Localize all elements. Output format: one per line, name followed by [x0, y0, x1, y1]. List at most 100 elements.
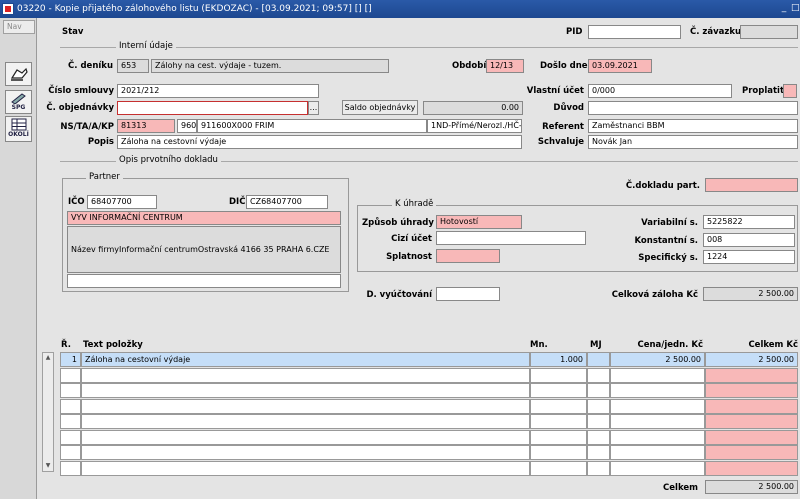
section-interni-title: Interní údaje	[116, 41, 176, 51]
zpusob-uhrady-field[interactable]: Hotovostí	[436, 215, 522, 229]
col-header-r: Ř.	[61, 340, 71, 350]
konstantni-field[interactable]: 008	[703, 233, 795, 247]
scroll-up-icon[interactable]: ▲	[44, 354, 52, 362]
obdobi-field[interactable]: 12/13	[486, 59, 524, 73]
vlastni-ucet-field[interactable]: 0/000	[588, 84, 732, 98]
ta-field[interactable]: 960	[177, 119, 197, 133]
cell-mj[interactable]	[587, 414, 610, 429]
cell-mn[interactable]	[530, 383, 587, 398]
cell-r[interactable]	[60, 383, 81, 398]
items-scrollbar[interactable]: ▲ ▼	[42, 352, 54, 472]
ns-ta-a-kp-label: NS/TA/A/KP	[60, 122, 114, 132]
cell-r[interactable]: 1	[60, 352, 81, 367]
c-deniku-field[interactable]: 653	[117, 59, 149, 73]
cell-cena[interactable]: 2 500.00	[610, 352, 705, 367]
cell-mj[interactable]	[587, 399, 610, 414]
maximize-button[interactable]: □	[791, 1, 800, 15]
partner-title: Partner	[86, 172, 123, 182]
cell-mn[interactable]	[530, 445, 587, 460]
specificky-field[interactable]: 1224	[703, 250, 795, 264]
cell-cena[interactable]	[610, 445, 705, 460]
cell-text[interactable]	[81, 461, 530, 476]
cell-text[interactable]	[81, 368, 530, 383]
col-header-mj: MJ	[590, 340, 602, 350]
cell-mj[interactable]	[587, 368, 610, 383]
partner-name-field[interactable]: VYV INFORMAČNÍ CENTRUM	[67, 211, 341, 225]
cell-celkem[interactable]	[705, 399, 798, 414]
cell-cena[interactable]	[610, 368, 705, 383]
cell-mn[interactable]	[530, 399, 587, 414]
cell-mn[interactable]	[530, 461, 587, 476]
cell-cena[interactable]	[610, 430, 705, 445]
c-objednavky-field[interactable]	[117, 101, 308, 115]
cell-text[interactable]	[81, 414, 530, 429]
c-objednavky-lookup-button[interactable]: ...	[308, 101, 319, 115]
cell-text[interactable]: Záloha na cestovní výdaje	[81, 352, 530, 367]
c-dokladu-field[interactable]	[705, 178, 798, 192]
variabilni-label: Variabilní s.	[641, 218, 698, 228]
cell-text[interactable]	[81, 430, 530, 445]
scroll-down-icon[interactable]: ▼	[44, 462, 52, 470]
pid-field[interactable]	[588, 25, 681, 39]
cell-celkem[interactable]	[705, 445, 798, 460]
a-field[interactable]: 911600X000 FRIM	[197, 119, 427, 133]
cell-cena[interactable]	[610, 414, 705, 429]
cell-mn[interactable]	[530, 414, 587, 429]
splatnost-field[interactable]	[436, 249, 500, 263]
schvaluje-field[interactable]: Novák Jan	[588, 135, 798, 149]
tool-spg-button[interactable]: SPG	[5, 90, 32, 114]
cell-cena[interactable]	[610, 383, 705, 398]
cell-r[interactable]	[60, 461, 81, 476]
stav-label: Stav	[62, 27, 84, 37]
tool-okoli-button[interactable]: OKOLÍ	[5, 116, 32, 142]
dic-field[interactable]: CZ68407700	[246, 195, 328, 209]
cell-celkem[interactable]	[705, 461, 798, 476]
proplatit-field[interactable]	[783, 84, 797, 98]
cell-mj[interactable]	[587, 383, 610, 398]
cell-cena[interactable]	[610, 399, 705, 414]
ns-field[interactable]: 81313	[117, 119, 175, 133]
cell-mn[interactable]: 1.000	[530, 352, 587, 367]
cell-r[interactable]	[60, 399, 81, 414]
cell-celkem[interactable]	[705, 414, 798, 429]
cizi-ucet-field[interactable]	[436, 231, 586, 245]
cell-text[interactable]	[81, 383, 530, 398]
section-opis-title: Opis prvotního dokladu	[116, 155, 221, 165]
cell-celkem[interactable]	[705, 383, 798, 398]
cell-mn[interactable]	[530, 430, 587, 445]
cell-mj[interactable]	[587, 352, 610, 367]
minimize-button[interactable]: _	[780, 1, 788, 15]
cell-text[interactable]	[81, 399, 530, 414]
cell-text[interactable]	[81, 445, 530, 460]
total-field: 2 500.00	[705, 480, 798, 494]
partner-address-field: Název firmyInformační centrumOstravská 4…	[67, 226, 341, 273]
cell-r[interactable]	[60, 430, 81, 445]
nav-button[interactable]: Nav	[3, 20, 35, 34]
duvod-field[interactable]	[588, 101, 798, 115]
cislo-smlouvy-field[interactable]: 2021/212	[117, 84, 319, 98]
cell-cena[interactable]	[610, 461, 705, 476]
cell-r[interactable]	[60, 445, 81, 460]
ico-field[interactable]: 68407700	[87, 195, 157, 209]
cell-mn[interactable]	[530, 368, 587, 383]
cell-celkem[interactable]: 2 500.00	[705, 352, 798, 367]
d-vyuctovani-field[interactable]	[436, 287, 500, 301]
saldo-objednavky-button[interactable]: Saldo objednávky	[342, 100, 418, 115]
cell-r[interactable]	[60, 414, 81, 429]
partner-extra-field[interactable]	[67, 274, 341, 288]
cell-celkem[interactable]	[705, 368, 798, 383]
cell-mj[interactable]	[587, 445, 610, 460]
cell-mj[interactable]	[587, 430, 610, 445]
cell-r[interactable]	[60, 368, 81, 383]
kp-field[interactable]: 1ND-Přímé/Nerozl./HČ-D	[427, 119, 522, 133]
popis-field[interactable]: Záloha na cestovní výdaje	[117, 135, 522, 149]
cell-celkem[interactable]	[705, 430, 798, 445]
d-vyuctovani-label: D. vyúčtování	[366, 290, 432, 300]
referent-field[interactable]: Zaměstnanci BBM	[588, 119, 798, 133]
cell-mj[interactable]	[587, 461, 610, 476]
variabilni-field[interactable]: 5225822	[703, 215, 795, 229]
tool-hand-button[interactable]	[5, 62, 32, 86]
ico-label: IČO	[68, 197, 85, 207]
c-zavazku-field[interactable]	[740, 25, 798, 39]
doslo-dne-field[interactable]: 03.09.2021	[588, 59, 652, 73]
